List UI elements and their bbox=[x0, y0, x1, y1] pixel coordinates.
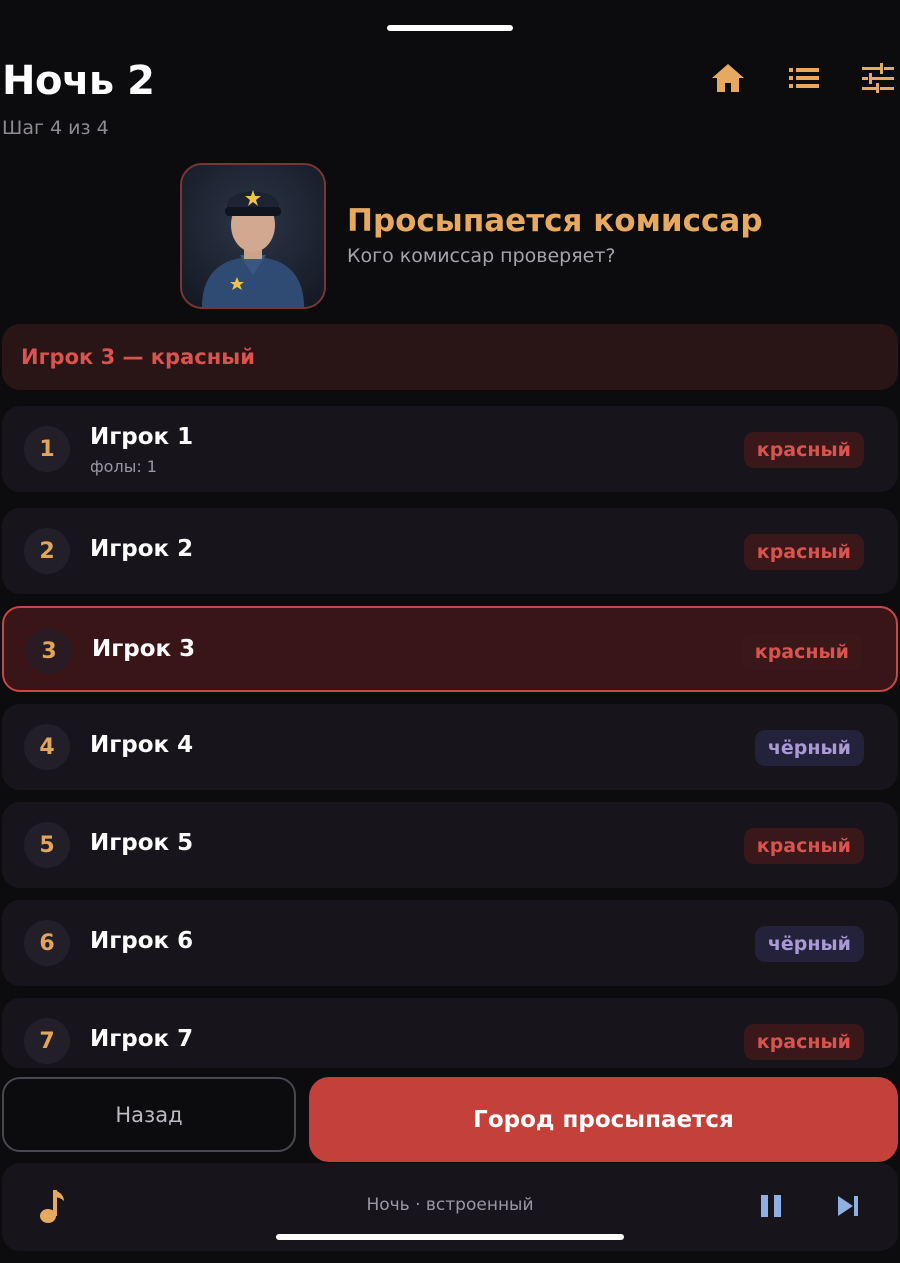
city-wakes-button[interactable]: Город просыпается bbox=[309, 1077, 898, 1162]
player-number: 3 bbox=[26, 628, 72, 674]
player-name: Игрок 3 bbox=[92, 636, 196, 662]
commissar-avatar bbox=[180, 163, 326, 309]
player-row[interactable]: 4 Игрок 4 чёрный bbox=[2, 704, 898, 790]
role-title: Просыпается комиссар bbox=[347, 203, 763, 239]
player-name: Игрок 6 bbox=[90, 928, 194, 954]
player-number: 7 bbox=[24, 1018, 70, 1064]
team-badge: красный bbox=[743, 1024, 864, 1060]
team-badge: красный bbox=[743, 534, 864, 570]
player-fouls: фолы: 1 bbox=[90, 457, 157, 476]
home-indicator bbox=[276, 1234, 624, 1240]
player-row[interactable]: 1 Игрок 1 фолы: 1 красный bbox=[2, 406, 898, 492]
player-number: 1 bbox=[24, 426, 70, 472]
team-badge: красный bbox=[743, 432, 864, 468]
pause-icon[interactable] bbox=[758, 1193, 784, 1219]
player-name: Игрок 1 bbox=[90, 424, 194, 450]
player-name: Игрок 5 bbox=[90, 830, 194, 856]
check-result-banner: Игрок 3 — красный bbox=[2, 324, 898, 390]
home-icon[interactable] bbox=[706, 56, 750, 100]
player-row[interactable]: 3 Игрок 3 красный bbox=[2, 606, 898, 692]
back-button[interactable]: Назад bbox=[2, 1077, 296, 1152]
player-name: Игрок 4 bbox=[90, 732, 194, 758]
team-badge: чёрный bbox=[754, 926, 864, 962]
player-row[interactable]: 7 Игрок 7 красный bbox=[2, 998, 898, 1068]
team-badge: красный bbox=[741, 634, 862, 670]
player-name: Игрок 7 bbox=[90, 1026, 194, 1052]
team-badge: красный bbox=[743, 828, 864, 864]
list-icon[interactable] bbox=[782, 56, 826, 100]
player-number: 6 bbox=[24, 920, 70, 966]
player-row[interactable]: 6 Игрок 6 чёрный bbox=[2, 900, 898, 986]
player-number: 2 bbox=[24, 528, 70, 574]
player-name: Игрок 2 bbox=[90, 536, 194, 562]
role-question: Кого комиссар проверяет? bbox=[347, 245, 616, 267]
player-row[interactable]: 2 Игрок 2 красный bbox=[2, 508, 898, 594]
player-number: 4 bbox=[24, 724, 70, 770]
player-number: 5 bbox=[24, 822, 70, 868]
team-badge: чёрный bbox=[754, 730, 864, 766]
player-row[interactable]: 5 Игрок 5 красный bbox=[2, 802, 898, 888]
page-title: Ночь 2 bbox=[2, 58, 155, 104]
skip-next-icon[interactable] bbox=[835, 1194, 861, 1218]
step-indicator: Шаг 4 из 4 bbox=[2, 117, 109, 139]
sliders-icon[interactable] bbox=[856, 56, 900, 100]
top-grabber[interactable] bbox=[387, 25, 513, 31]
